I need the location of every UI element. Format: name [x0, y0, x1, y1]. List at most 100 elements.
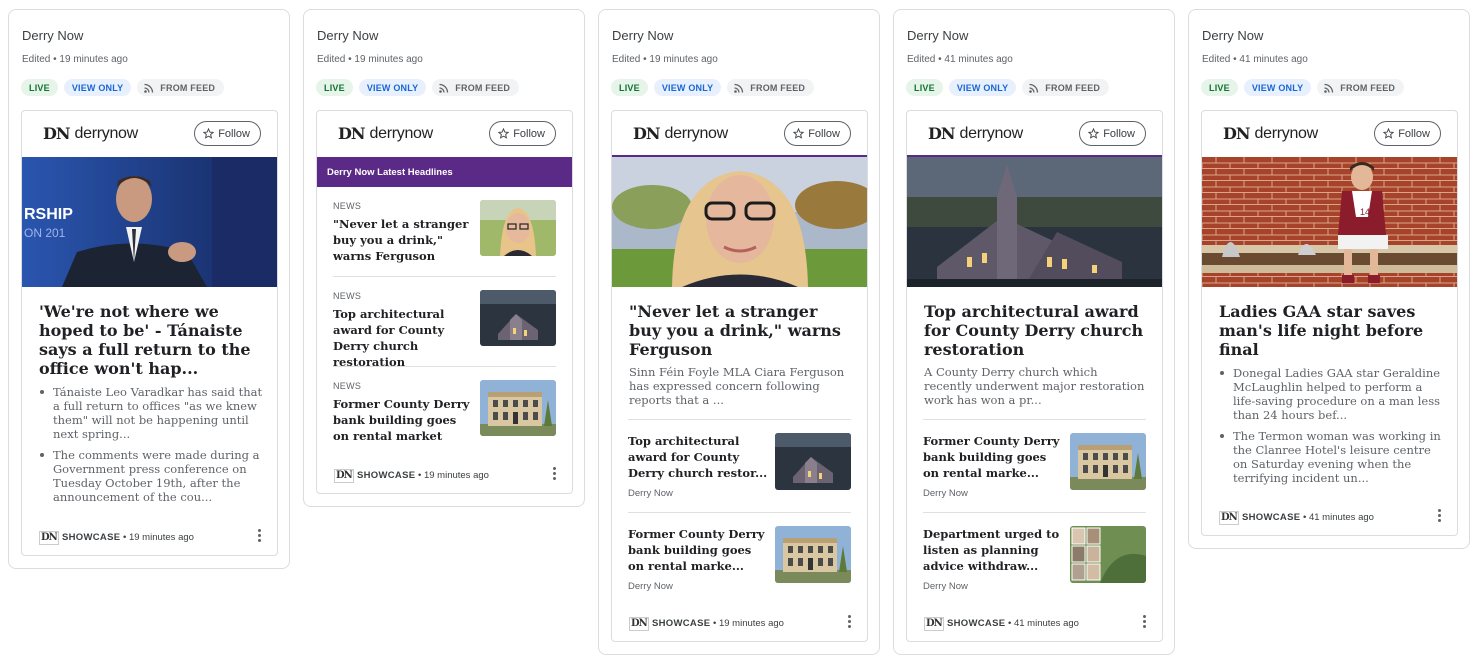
more-vert-icon[interactable] [1143, 615, 1147, 630]
preview-card[interactable]: DN derrynow Follow Derry Now Latest Headl… [316, 110, 573, 494]
publisher-mini-logo: DN [39, 531, 59, 545]
item-title[interactable]: Former County Derry bank building goes o… [333, 396, 473, 444]
publisher-name: Derry Now [907, 28, 969, 43]
status-chips: LIVE VIEW ONLY FROM FEED [21, 79, 225, 96]
headline[interactable]: Top architectural award for County Derry… [907, 287, 1162, 359]
derrynow-logo: DN derrynow [928, 124, 1023, 143]
view-only-chip: VIEW ONLY [63, 79, 132, 96]
from-feed-chip: FROM FEED [137, 79, 225, 96]
showcase-card-4[interactable]: Derry Now Edited • 41 minutes ago LIVE V… [893, 9, 1175, 655]
view-only-chip: VIEW ONLY [948, 79, 1017, 96]
brand-bar: DN derrynow Follow [1202, 111, 1457, 157]
publisher-mini-logo: DN [629, 617, 649, 631]
more-vert-icon[interactable] [553, 467, 557, 482]
star-outline-icon [1383, 128, 1395, 139]
category-tag: NEWS [333, 201, 362, 211]
related-article[interactable]: Former County Derry bank building goes o… [923, 419, 1146, 512]
status-chips: LIVE VIEW ONLY FROM FEED [316, 79, 520, 96]
edited-time: Edited • 19 minutes ago [612, 54, 718, 65]
rss-feed-icon [734, 83, 744, 93]
category-tag: NEWS [333, 381, 362, 391]
section-title: Derry Now Latest Headlines [317, 157, 572, 187]
star-outline-icon [793, 128, 805, 139]
publisher-name: Derry Now [1202, 28, 1264, 43]
rss-feed-icon [144, 83, 154, 93]
showcase-card-5[interactable]: Derry Now Edited • 41 minutes ago LIVE V… [1188, 9, 1470, 549]
star-outline-icon [498, 128, 510, 139]
from-feed-label: FROM FEED [455, 82, 511, 93]
star-outline-icon [203, 128, 215, 139]
hero-image-portrait[interactable] [612, 157, 867, 287]
thumbnail-portrait [480, 200, 556, 256]
hero-image-press-conference[interactable]: RSHIP ON 201 [22, 157, 277, 287]
summary: A County Derry church which recently und… [924, 365, 1145, 407]
star-outline-icon [1088, 128, 1100, 139]
preview-card[interactable]: DN derrynow Follow Top architectural awar… [906, 110, 1163, 642]
related-article[interactable]: Department urged to listen as planning a… [923, 512, 1146, 605]
more-vert-icon[interactable] [1438, 509, 1442, 524]
status-chips: LIVE VIEW ONLY FROM FEED [906, 79, 1110, 96]
thumbnail-church [775, 433, 851, 490]
preview-card[interactable]: DN derrynow Follow RSHIP ON 201 'We're n… [21, 110, 278, 556]
bullet-item: The Termon woman was working in the Clan… [1219, 429, 1445, 485]
from-feed-chip: FROM FEED [432, 79, 520, 96]
thumbnail-bank-building [775, 526, 851, 583]
related-title[interactable]: Former County Derry bank building goes o… [628, 526, 768, 574]
list-item[interactable]: NEWS "Never let a stranger buy you a dri… [333, 187, 556, 277]
more-vert-icon[interactable] [848, 615, 852, 630]
showcase-label: SHOWCASE [947, 618, 1006, 629]
headline[interactable]: "Never let a stranger buy you a drink," … [612, 287, 867, 359]
bullet-item: The comments were made during a Governme… [39, 448, 265, 504]
summary-bullets: Tánaiste Leo Varadkar has said that a fu… [22, 378, 277, 504]
related-source: Derry Now [628, 488, 673, 499]
rss-feed-icon [439, 83, 449, 93]
svg-text:14: 14 [1360, 207, 1370, 217]
live-chip: LIVE [906, 79, 943, 96]
from-feed-chip: FROM FEED [1022, 79, 1110, 96]
headline[interactable]: Ladies GAA star saves man's life night b… [1202, 287, 1457, 359]
item-title[interactable]: Top architectural award for County Derry… [333, 306, 473, 370]
showcase-card-2[interactable]: Derry Now Edited • 19 minutes ago LIVE V… [303, 9, 585, 507]
derrynow-logo: DN derrynow [338, 124, 433, 143]
preview-card[interactable]: DN derrynow Follow 14 Ladies GAA star sa… [1201, 110, 1458, 536]
hero-image-church[interactable] [907, 157, 1162, 287]
status-chips: LIVE VIEW ONLY FROM FEED [611, 79, 815, 96]
footer-time: • 19 minutes ago [120, 532, 194, 543]
rss-feed-icon [1029, 83, 1039, 93]
item-title[interactable]: "Never let a stranger buy you a drink," … [333, 216, 473, 264]
footer-time: • 19 minutes ago [415, 470, 489, 481]
card-footer: DN SHOWCASE • 19 minutes ago [22, 519, 277, 555]
derrynow-logo: DN derrynow [1223, 124, 1318, 143]
related-source: Derry Now [628, 581, 673, 592]
brand-bar: DN derrynow Follow [317, 111, 572, 157]
follow-button[interactable]: Follow [489, 121, 556, 146]
showcase-card-1[interactable]: Derry Now Edited • 19 minutes ago LIVE V… [8, 9, 290, 569]
summary: Sinn Féin Foyle MLA Ciara Ferguson has e… [629, 365, 845, 407]
list-item[interactable]: NEWS Former County Derry bank building g… [333, 367, 556, 457]
follow-button[interactable]: Follow [784, 121, 851, 146]
footer-time: • 41 minutes ago [1300, 512, 1374, 523]
related-source: Derry Now [923, 581, 968, 592]
follow-button[interactable]: Follow [194, 121, 261, 146]
bullet-item: Tánaiste Leo Varadkar has said that a fu… [39, 385, 265, 441]
brand-bar: DN derrynow Follow [22, 111, 277, 157]
related-article[interactable]: Former County Derry bank building goes o… [628, 512, 851, 605]
related-title[interactable]: Former County Derry bank building goes o… [923, 433, 1063, 481]
from-feed-label: FROM FEED [750, 82, 806, 93]
edited-time: Edited • 19 minutes ago [317, 54, 423, 65]
related-title[interactable]: Department urged to listen as planning a… [923, 526, 1063, 574]
from-feed-label: FROM FEED [1045, 82, 1101, 93]
more-vert-icon[interactable] [258, 529, 262, 544]
showcase-card-3[interactable]: Derry Now Edited • 19 minutes ago LIVE V… [598, 9, 880, 655]
related-title[interactable]: Top architectural award for County Derry… [628, 433, 768, 481]
follow-button[interactable]: Follow [1079, 121, 1146, 146]
follow-button[interactable]: Follow [1374, 121, 1441, 146]
thumbnail-church [480, 290, 556, 346]
brand-bar: DN derrynow Follow [907, 111, 1162, 157]
from-feed-label: FROM FEED [1340, 82, 1396, 93]
headline[interactable]: 'We're not where we hoped to be' - Tánai… [22, 287, 277, 378]
related-article[interactable]: Top architectural award for County Derry… [628, 419, 851, 512]
preview-card[interactable]: DN derrynow Follow "Never let a stranger… [611, 110, 868, 642]
list-item[interactable]: NEWS Top architectural award for County … [333, 277, 556, 370]
hero-image-gaa-player[interactable]: 14 [1202, 157, 1457, 287]
